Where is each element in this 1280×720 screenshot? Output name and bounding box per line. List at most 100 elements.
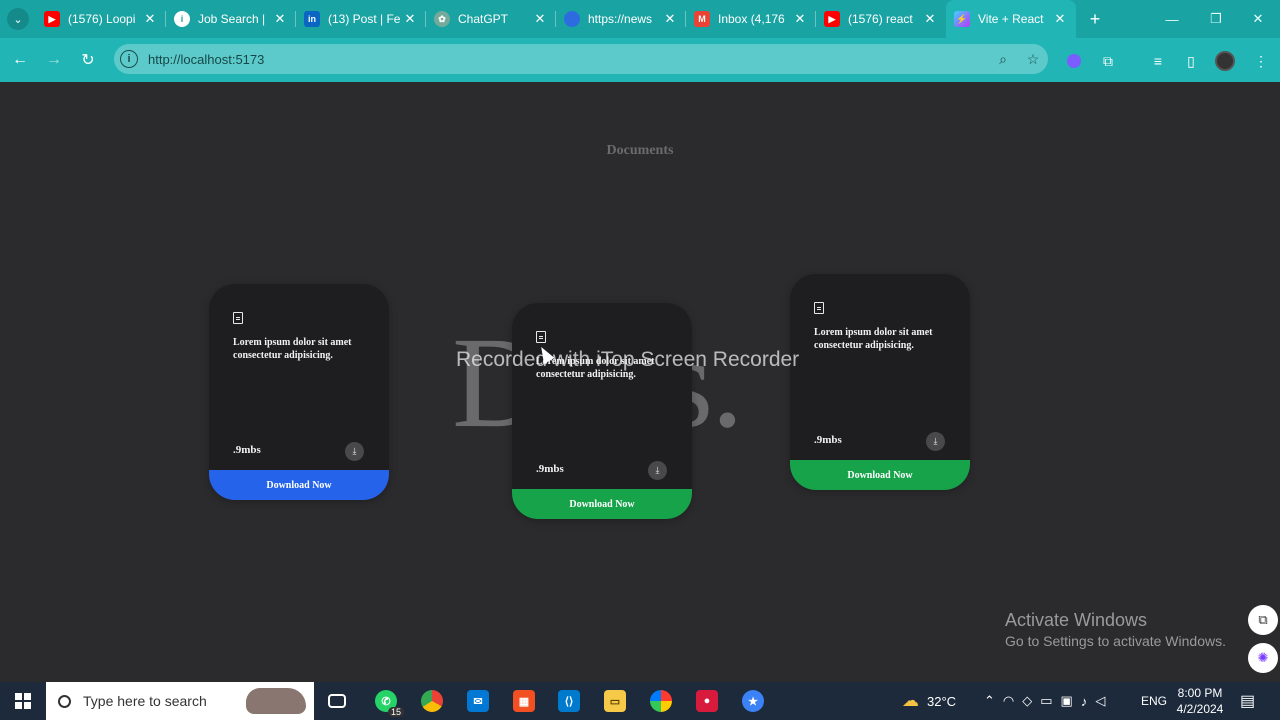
microphone-icon[interactable]: ♪: [1081, 694, 1096, 709]
file-size: .9mbs: [814, 434, 842, 446]
screen-recorder-icon[interactable]: ●: [693, 687, 721, 715]
notification-icon[interactable]: ▤: [1240, 682, 1255, 720]
zoom-icon[interactable]: ⌕: [988, 51, 1018, 68]
download-icon[interactable]: ⤓: [926, 432, 945, 451]
page-title: Documents: [606, 143, 674, 158]
browser-toolbar: ← → ↻ i http://localhost:5173 ⌕ ☆ ⧉ ≡ ▯ …: [0, 38, 1280, 82]
close-icon[interactable]: ✕: [922, 11, 938, 27]
minimize-icon[interactable]: —: [1150, 0, 1194, 38]
volume-icon[interactable]: ◁: [1095, 693, 1113, 709]
close-icon[interactable]: ✕: [142, 11, 158, 27]
network-icon[interactable]: ◇: [1022, 693, 1040, 709]
tab-6[interactable]: M Inbox (4,176 ✕: [686, 0, 816, 38]
tab-title: Vite + React: [978, 12, 1044, 26]
download-icon[interactable]: ⤓: [648, 461, 667, 480]
reload-icon[interactable]: ↻: [71, 43, 105, 77]
weather-temp: 32°C: [927, 693, 957, 709]
tab-title: (1576) Loopi: [68, 12, 136, 26]
color-app-icon[interactable]: [647, 687, 675, 715]
youtube-icon: ▶: [824, 11, 840, 27]
close-icon[interactable]: ✕: [792, 11, 808, 27]
taskbar-search[interactable]: Type here to search: [46, 682, 314, 720]
download-now-button[interactable]: Download Now: [209, 470, 389, 500]
document-card: Lorem ipsum dolor sit amet consectetur a…: [790, 274, 970, 490]
url-text[interactable]: http://localhost:5173: [148, 52, 988, 67]
close-icon[interactable]: ✕: [1052, 11, 1068, 27]
globe-icon: [564, 11, 580, 27]
chevron-up-icon[interactable]: ⌃: [984, 693, 1003, 709]
extensions-puzzle-icon[interactable]: ⧉: [1097, 50, 1119, 72]
camera-icon[interactable]: ▣: [1061, 693, 1081, 709]
weather-widget[interactable]: ☁ 32°C: [902, 682, 956, 720]
chevron-down-icon: ⌄: [7, 8, 29, 30]
media-control-icon[interactable]: ≡: [1147, 50, 1169, 72]
document-card: Lorem ipsum dolor sit amet consectetur a…: [512, 303, 692, 519]
vscode-icon[interactable]: ⟨⟩: [555, 687, 583, 715]
tab-title: https://news: [588, 12, 653, 26]
tab-4[interactable]: ✿ ChatGPT ✕: [426, 0, 556, 38]
close-icon[interactable]: ✕: [532, 11, 548, 27]
close-window-icon[interactable]: ✕: [1236, 0, 1280, 38]
download-now-button[interactable]: Download Now: [790, 460, 970, 490]
tab-search-button[interactable]: ⌄: [0, 0, 36, 38]
tab-title: Job Search |: [198, 12, 266, 26]
translate-icon[interactable]: ⧉: [1248, 605, 1278, 635]
activate-subtitle: Go to Settings to activate Windows.: [1005, 633, 1226, 649]
bookmark-star-icon[interactable]: ☆: [1018, 51, 1048, 68]
chrome-icon[interactable]: [418, 687, 446, 715]
recorder-watermark: Recorded with iTop Screen Recorder: [456, 348, 800, 371]
gmail-icon: M: [694, 11, 710, 27]
tab-5[interactable]: https://news ✕: [556, 0, 686, 38]
start-button[interactable]: [0, 682, 46, 720]
weather-cloud-icon: ☁: [902, 691, 919, 710]
tab-title: (1576) react: [848, 12, 913, 26]
download-now-button[interactable]: Download Now: [512, 489, 692, 519]
brain-extension-icon[interactable]: ✺: [1248, 643, 1278, 673]
search-highlight-image: [246, 688, 306, 714]
document-icon: [536, 331, 546, 343]
file-explorer-icon[interactable]: ▭: [601, 687, 629, 715]
tab-active[interactable]: ⚡ Vite + React ✕: [946, 0, 1076, 38]
wifi-icon[interactable]: ◠: [1003, 693, 1022, 709]
tab-2[interactable]: i Job Search | ✕: [166, 0, 296, 38]
file-size: .9mbs: [233, 444, 261, 456]
tab-title: ChatGPT: [458, 12, 509, 26]
download-icon[interactable]: ⤓: [345, 442, 364, 461]
close-icon[interactable]: ✕: [272, 11, 288, 27]
tab-3[interactable]: in (13) Post | Fe ✕: [296, 0, 426, 38]
document-icon: [233, 312, 243, 324]
info-icon: i: [174, 11, 190, 27]
whatsapp-badge: 15: [387, 707, 404, 717]
forward-arrow-icon[interactable]: →: [37, 43, 71, 77]
taskbar: Type here to search ✆ 15 ✉ ▦ ⟨⟩ ▭ ● ★ ☁ 3…: [0, 682, 1280, 720]
activate-title: Activate Windows: [1005, 610, 1148, 630]
medal-app-icon[interactable]: ★: [739, 687, 767, 715]
close-icon[interactable]: ✕: [402, 11, 418, 27]
vite-icon: ⚡: [954, 11, 970, 27]
profile-avatar[interactable]: [1214, 50, 1236, 72]
battery-icon[interactable]: ▭: [1040, 693, 1060, 709]
back-arrow-icon[interactable]: ←: [3, 43, 37, 77]
new-tab-button[interactable]: +: [1076, 0, 1114, 38]
clock-time: 8:00 PM: [1177, 686, 1223, 700]
card-description: Lorem ipsum dolor sit amet consectetur a…: [233, 337, 352, 361]
tab-1[interactable]: ▶ (1576) Loopi ✕: [36, 0, 166, 38]
document-card: Lorem ipsum dolor sit amet consectetur a…: [209, 284, 389, 500]
whatsapp-icon[interactable]: ✆ 15: [372, 687, 404, 717]
clock[interactable]: 8:00 PM 4/2/2024: [1176, 685, 1224, 717]
system-tray-icons[interactable]: ⌃ ◠ ◇ ▭ ▣ ♪ ◁: [984, 682, 1113, 720]
restore-icon[interactable]: ❐: [1194, 0, 1238, 38]
store-icon[interactable]: ▦: [510, 687, 538, 715]
youtube-icon: ▶: [44, 11, 60, 27]
more-menu-icon[interactable]: ⋮: [1250, 50, 1272, 72]
close-icon[interactable]: ✕: [662, 11, 678, 27]
mail-icon[interactable]: ✉: [464, 687, 492, 715]
tab-7[interactable]: ▶ (1576) react ✕: [816, 0, 946, 38]
tab-title: (13) Post | Fe: [328, 12, 401, 26]
side-panel-icon[interactable]: ▯: [1180, 50, 1202, 72]
address-bar[interactable]: i http://localhost:5173 ⌕ ☆: [114, 44, 1048, 74]
extension-orb-icon[interactable]: [1063, 50, 1085, 72]
task-view-icon[interactable]: [323, 687, 351, 715]
site-info-icon[interactable]: i: [120, 50, 138, 68]
language-indicator[interactable]: ENG: [1141, 682, 1167, 720]
